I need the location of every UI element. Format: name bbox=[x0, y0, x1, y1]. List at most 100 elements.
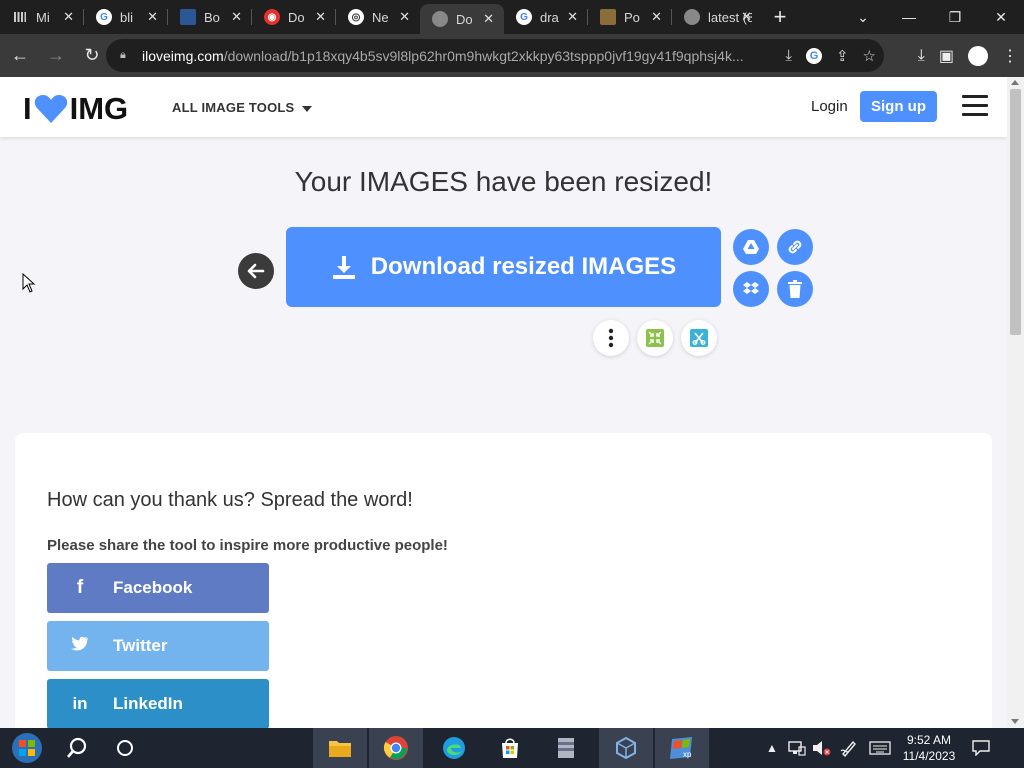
chrome-icon: ◎ bbox=[348, 9, 364, 25]
globe-icon bbox=[684, 9, 700, 25]
close-icon[interactable]: ✕ bbox=[231, 9, 242, 25]
browser-tab[interactable]: ◉ Do ✕ bbox=[252, 0, 336, 34]
browser-tab[interactable]: G bli ✕ bbox=[84, 0, 168, 34]
new-tab-button[interactable]: + bbox=[762, 0, 798, 34]
search-icon[interactable] bbox=[54, 728, 100, 768]
forward-button[interactable]: → bbox=[40, 40, 72, 72]
close-icon[interactable]: ✕ bbox=[147, 9, 158, 25]
scroll-up-arrow[interactable] bbox=[1011, 80, 1019, 85]
caret-down-icon bbox=[302, 105, 313, 112]
store-icon[interactable] bbox=[483, 728, 537, 768]
close-icon[interactable]: ✕ bbox=[741, 9, 752, 25]
facebook-share-button[interactable]: f Facebook bbox=[47, 563, 269, 613]
download-button[interactable]: Download resized IMAGES bbox=[286, 227, 721, 307]
close-window-button[interactable]: ✕ bbox=[978, 0, 1024, 34]
url-path: /download/b1p18xqy4b5sv9l8lp62hr0m9hwkgt… bbox=[223, 47, 744, 64]
google-drive-button[interactable] bbox=[733, 229, 769, 265]
close-icon[interactable]: ✕ bbox=[483, 11, 494, 27]
arrow-left-icon bbox=[247, 263, 265, 279]
image-thumbnail-icon bbox=[180, 9, 196, 25]
google-lens-icon[interactable]: G bbox=[805, 47, 822, 64]
delete-button[interactable] bbox=[777, 271, 813, 307]
screen: { "browser": { "tabs": [ {"title": "Mi",… bbox=[0, 0, 1024, 768]
keyboard-icon[interactable] bbox=[869, 728, 891, 768]
browser-tab[interactable]: Mi ✕ bbox=[0, 0, 84, 34]
more-options-button[interactable] bbox=[593, 320, 629, 356]
close-icon[interactable]: ✕ bbox=[399, 9, 410, 25]
side-panel-icon[interactable]: ▣ bbox=[939, 46, 954, 66]
back-button[interactable]: ← bbox=[4, 40, 36, 72]
crop-image-tool-button[interactable] bbox=[681, 320, 717, 356]
pen-workspace-icon[interactable] bbox=[840, 728, 858, 768]
chrome-taskbar-icon[interactable] bbox=[369, 728, 423, 768]
browser-tab[interactable]: Bo ✕ bbox=[168, 0, 252, 34]
cortana-icon[interactable] bbox=[100, 728, 150, 768]
bookmark-star-icon[interactable]: ☆ bbox=[863, 47, 876, 65]
browser-tab[interactable]: latest (8 ✕ bbox=[672, 0, 762, 34]
restore-button[interactable]: ❐ bbox=[932, 0, 978, 34]
page-scrollbar[interactable] bbox=[1007, 77, 1024, 727]
download-icon[interactable]: ⤓ bbox=[785, 47, 792, 64]
copy-link-button[interactable] bbox=[777, 229, 813, 265]
hamburger-menu-icon[interactable] bbox=[962, 95, 988, 117]
facebook-label: Facebook bbox=[113, 578, 193, 597]
winrar-icon[interactable] bbox=[539, 728, 593, 768]
address-bar[interactable]: 🔒︎ iloveimg.com/download/b1p18xqy4b5sv9l… bbox=[106, 39, 884, 72]
tab-title: Po bbox=[624, 9, 640, 25]
menu-kebab-icon[interactable]: ⋮ bbox=[1002, 46, 1018, 66]
google-icon: G bbox=[96, 9, 112, 25]
share-subtitle: Please share the tool to inspire more pr… bbox=[47, 537, 448, 554]
facebook-icon: f bbox=[76, 577, 84, 598]
virtualbox-icon[interactable] bbox=[599, 728, 653, 768]
dropbox-button[interactable] bbox=[733, 271, 769, 307]
show-hidden-icons-button[interactable]: ▲ bbox=[766, 728, 778, 768]
share-icon[interactable]: ⇪ bbox=[836, 47, 849, 65]
back-arrow-button[interactable] bbox=[238, 253, 274, 289]
network-icon[interactable] bbox=[788, 728, 806, 768]
twitter-label: Twitter bbox=[113, 636, 168, 655]
close-icon[interactable]: ✕ bbox=[651, 9, 662, 25]
google-icon: G bbox=[516, 9, 532, 25]
iloveimg-logo[interactable]: I IMG bbox=[23, 91, 128, 127]
browser-tab[interactable]: Po ✕ bbox=[588, 0, 672, 34]
browser-tab-active[interactable]: Do ✕ bbox=[420, 4, 504, 34]
twitter-share-button[interactable]: Twitter bbox=[47, 621, 269, 671]
login-link[interactable]: Login bbox=[811, 98, 848, 115]
close-icon[interactable]: ✕ bbox=[315, 9, 326, 25]
logo-text-right: IMG bbox=[69, 91, 129, 126]
close-icon[interactable]: ✕ bbox=[567, 9, 578, 25]
minimize-button[interactable]: — bbox=[886, 0, 932, 34]
compress-image-tool-button[interactable] bbox=[637, 320, 673, 356]
start-button[interactable] bbox=[0, 728, 54, 768]
tab-title: Mi bbox=[36, 9, 50, 25]
all-image-tools-menu[interactable]: ALL IMAGE TOOLS bbox=[172, 100, 313, 115]
volume-muted-icon[interactable] bbox=[811, 728, 831, 768]
file-explorer-icon[interactable] bbox=[313, 728, 367, 768]
scrollbar-thumb[interactable] bbox=[1010, 89, 1021, 335]
scroll-down-arrow[interactable] bbox=[1011, 719, 1019, 724]
signup-button[interactable]: Sign up bbox=[860, 91, 937, 122]
tab-search-icon[interactable]: ⌄ bbox=[840, 0, 886, 34]
downloads-icon[interactable]: ⤓ bbox=[918, 47, 925, 65]
download-label: Download resized IMAGES bbox=[370, 253, 677, 280]
url-host: iloveimg.com bbox=[142, 47, 224, 64]
browser-toolbar: ← → ↻ 🔒︎ iloveimg.com/download/b1p18xqy4… bbox=[0, 34, 1024, 77]
image-thumbnail-icon bbox=[600, 9, 616, 25]
compress-icon bbox=[646, 329, 664, 347]
globe-icon bbox=[432, 11, 448, 27]
profile-avatar-icon[interactable] bbox=[968, 45, 988, 66]
reload-button[interactable]: ↻ bbox=[76, 40, 108, 72]
windows-logo-icon bbox=[12, 733, 42, 763]
browser-tab-strip: Mi ✕ G bli ✕ Bo ✕ ◉ Do ✕ ◎ Ne ✕ Do ✕ G d… bbox=[0, 0, 1024, 34]
system-clock[interactable]: 9:52 AM 11/4/2023 bbox=[898, 732, 960, 764]
tab-title: dra bbox=[540, 9, 559, 25]
edge-icon[interactable] bbox=[427, 728, 481, 768]
lock-icon: 🔒︎ bbox=[120, 48, 126, 61]
notification-icon[interactable] bbox=[972, 728, 990, 768]
browser-tab[interactable]: G dra ✕ bbox=[504, 0, 588, 34]
linkedin-share-button[interactable]: in LinkedIn bbox=[47, 679, 269, 729]
page-title: Your IMAGES have been resized! bbox=[294, 166, 713, 197]
windows-xp-vm-icon[interactable]: xp bbox=[655, 728, 709, 768]
close-icon[interactable]: ✕ bbox=[63, 9, 74, 25]
browser-tab[interactable]: ◎ Ne ✕ bbox=[336, 0, 420, 34]
